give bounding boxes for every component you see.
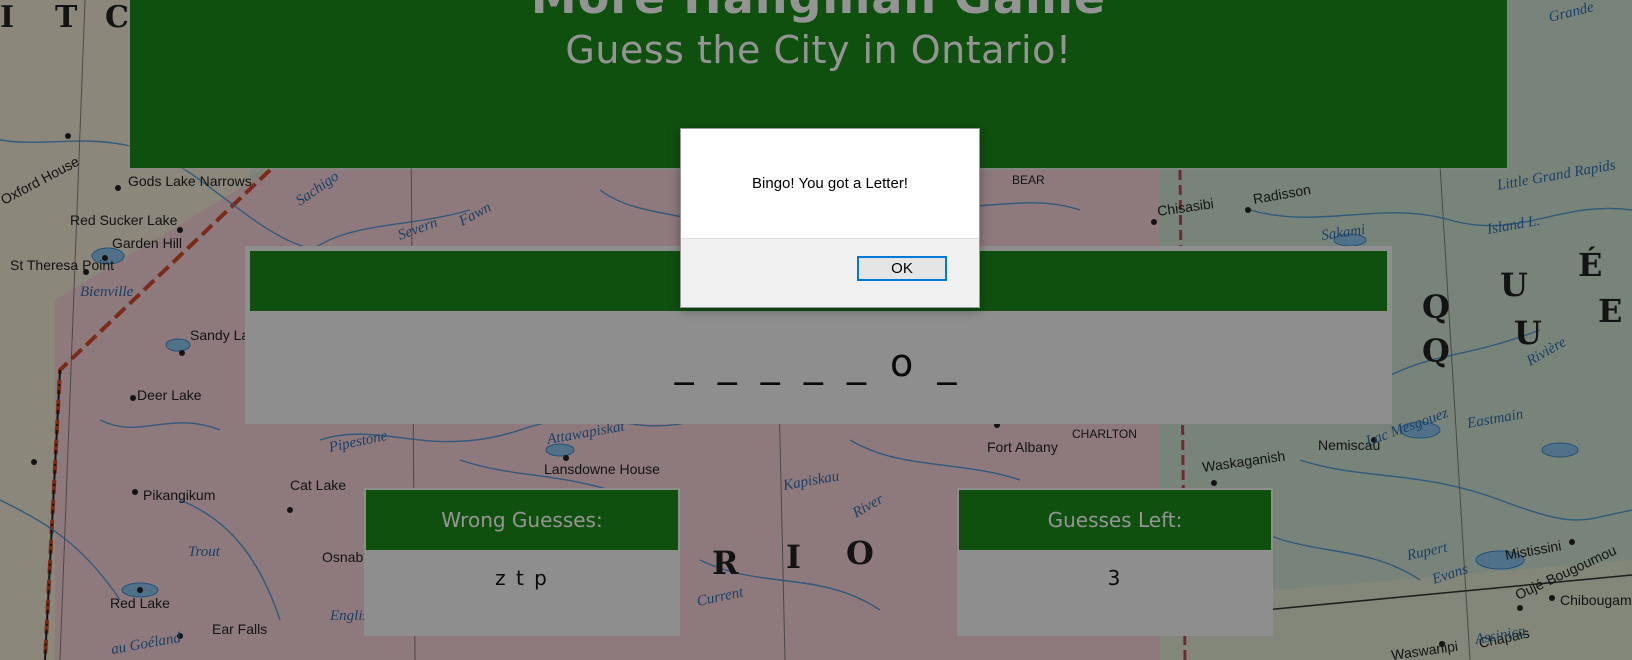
alert-message: Bingo! You got a Letter! [752, 175, 908, 192]
ok-button[interactable]: OK [857, 256, 947, 281]
alert-dialog: Bingo! You got a Letter! OK [680, 128, 980, 308]
modal-overlay [0, 0, 1632, 660]
alert-footer: OK [681, 238, 979, 307]
